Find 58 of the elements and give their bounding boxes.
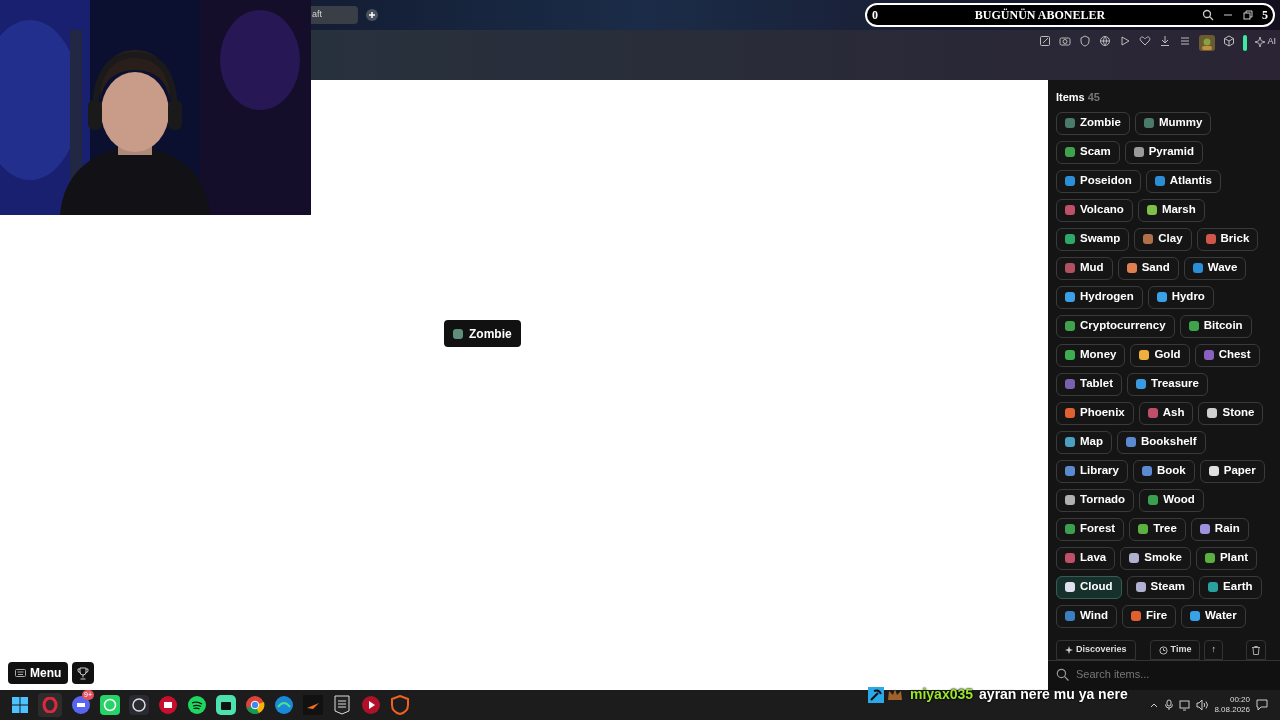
canvas-element[interactable]: Zombie <box>444 320 521 347</box>
item-chip[interactable]: Tornado <box>1056 488 1135 512</box>
clock-time[interactable]: 00:20 <box>1229 695 1250 705</box>
item-chip[interactable]: Library <box>1056 459 1128 483</box>
item-chip[interactable]: Mummy <box>1134 111 1212 135</box>
item-chip[interactable]: Mud <box>1056 256 1113 280</box>
item-chip[interactable]: Map <box>1056 430 1112 454</box>
menu-button[interactable]: Menu <box>8 662 69 684</box>
item-chip[interactable]: Gold <box>1130 343 1190 367</box>
item-chip[interactable]: Sand <box>1117 256 1179 280</box>
item-chip[interactable]: Hydrogen <box>1056 285 1143 309</box>
item-chip[interactable]: Bitcoin <box>1179 314 1252 338</box>
counter: 5 <box>1262 7 1268 24</box>
item-chip[interactable]: Phoenix <box>1056 401 1134 425</box>
item-chip[interactable]: Lava <box>1056 546 1116 570</box>
item-chip[interactable]: Forest <box>1056 517 1125 541</box>
item-chip[interactable]: Wave <box>1183 256 1247 280</box>
discoveries-toggle[interactable]: Discoveries <box>1056 640 1136 660</box>
items-heading: Items <box>1056 90 1085 105</box>
item-chip[interactable]: Cloud <box>1056 575 1122 599</box>
item-chip[interactable]: Clay <box>1134 227 1192 251</box>
item-chip[interactable]: Bookshelf <box>1117 430 1206 454</box>
item-chip[interactable]: Paper <box>1199 459 1265 483</box>
item-chip[interactable]: Wind <box>1056 604 1117 628</box>
clock-date[interactable]: 8.08.2026 <box>1214 705 1250 715</box>
item-chip[interactable]: Tablet <box>1056 372 1122 396</box>
item-chip[interactable]: Pyramid <box>1124 140 1204 164</box>
item-chip[interactable]: Water <box>1181 604 1246 628</box>
browser-tab[interactable]: aft <box>310 6 358 24</box>
item-chip[interactable]: Wood <box>1139 488 1204 512</box>
item-chip[interactable]: Steam <box>1126 575 1195 599</box>
item-chip[interactable]: Tree <box>1129 517 1186 541</box>
counter: 0 <box>872 7 878 24</box>
item-chip[interactable]: Chest <box>1194 343 1260 367</box>
item-chip[interactable]: Cryptocurrency <box>1056 314 1175 338</box>
item-chip[interactable]: Smoke <box>1120 546 1191 570</box>
item-chip[interactable]: Stone <box>1198 401 1264 425</box>
item-chip[interactable]: Scam <box>1056 140 1120 164</box>
item-chip[interactable]: Swamp <box>1056 227 1130 251</box>
search-field[interactable]: Search items... <box>1076 666 1246 683</box>
item-chip[interactable]: Plant <box>1195 546 1258 570</box>
item-chip[interactable]: Atlantis <box>1145 169 1221 193</box>
ai-button[interactable]: AI <box>1255 35 1276 49</box>
item-chip[interactable]: Ash <box>1138 401 1194 425</box>
item-chip[interactable]: Treasure <box>1127 372 1208 396</box>
item-chip[interactable]: Book <box>1133 459 1195 483</box>
item-chip[interactable]: Rain <box>1190 517 1249 541</box>
item-chip[interactable]: Brick <box>1196 227 1259 251</box>
item-chip[interactable]: Hydro <box>1147 285 1214 309</box>
item-chip[interactable]: Fire <box>1122 604 1177 628</box>
overlay-title: BUGÜNÜN ABONELER <box>973 7 1107 24</box>
item-chip[interactable]: Zombie <box>1056 111 1130 135</box>
items-count: 45 <box>1087 90 1100 105</box>
item-chip[interactable]: Earth <box>1199 575 1262 599</box>
item-chip[interactable]: Money <box>1056 343 1126 367</box>
item-chip[interactable]: Volcano <box>1056 198 1133 222</box>
item-chip[interactable]: Marsh <box>1137 198 1205 222</box>
item-chip[interactable]: Poseidon <box>1056 169 1141 193</box>
